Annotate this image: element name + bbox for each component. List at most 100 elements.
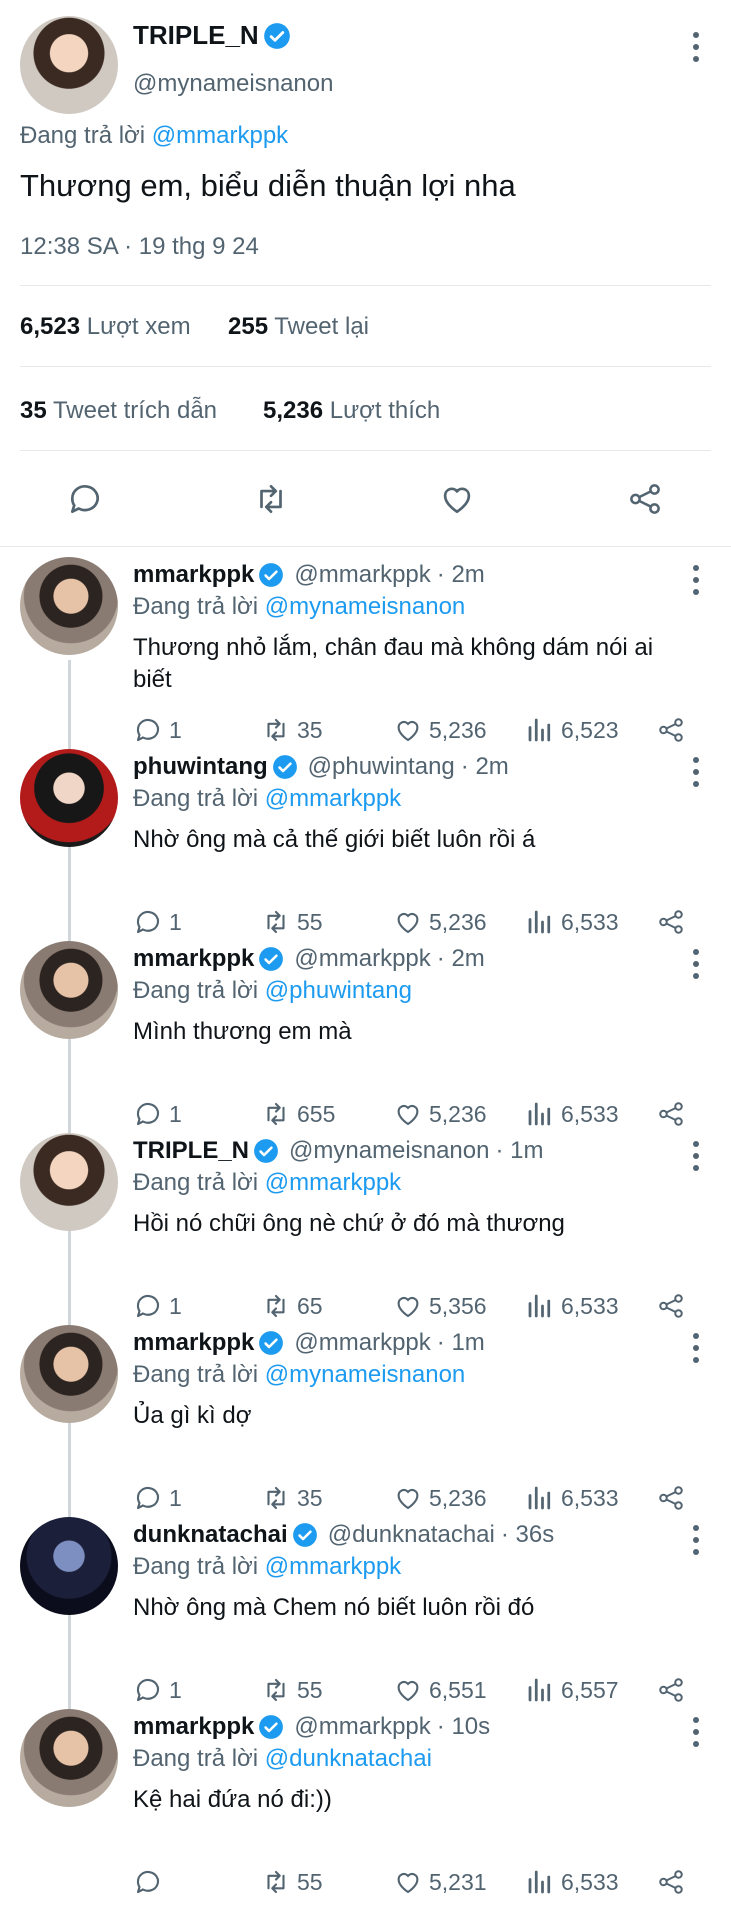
likes-stat[interactable]: 5,236 Lượt thích [263,397,440,425]
more-vertical-icon[interactable] [691,1139,701,1173]
share-icon[interactable] [656,1291,686,1321]
retweet-action[interactable]: 55 [261,1867,323,1897]
reply-display-name[interactable]: mmarkppk [133,1713,254,1741]
more-vertical-icon[interactable] [691,563,701,597]
share-icon[interactable] [656,715,686,745]
views-action[interactable]: 6,557 [525,1675,619,1705]
reply-handle[interactable]: @mmarkppk [294,561,430,589]
reply-handle[interactable]: @mynameisnanon [289,1137,489,1165]
retweet-action[interactable]: 55 [261,907,323,937]
views-bar-chart-icon [528,1678,551,1702]
like-action[interactable]: 5,236 [393,1099,487,1129]
reply-time[interactable]: · 10s [437,1713,490,1741]
reply-time[interactable]: · 2m [437,945,485,973]
reply-bubble-icon[interactable] [66,480,104,518]
reply-action[interactable]: 1 [133,1483,182,1513]
retweet-action[interactable]: 655 [261,1099,335,1129]
reply-display-name[interactable]: mmarkppk [133,1329,254,1357]
heart-icon [397,1873,419,1894]
heart-icon[interactable] [438,480,476,518]
author-handle[interactable]: @mynameisnanon [133,70,333,98]
retweet-count: 35 [297,716,323,743]
reply-time[interactable]: · 2m [437,561,485,589]
reply-action[interactable]: 1 [133,715,182,745]
share-icon[interactable] [656,1867,686,1897]
reply-to-link[interactable]: @mmarkppk [265,785,401,812]
views-count: 6,533 [561,1868,619,1895]
avatar[interactable] [20,1325,118,1423]
reply-handle[interactable]: @mmarkppk [294,1713,430,1741]
reply-to-link[interactable]: @dunknatachai [265,1745,432,1772]
avatar[interactable] [20,16,118,114]
reply-time[interactable]: · 1m [495,1137,543,1165]
reply-action[interactable]: 1 [133,1291,182,1321]
more-vertical-icon[interactable] [691,947,701,981]
reply-handle[interactable]: @mmarkppk [294,1329,430,1357]
verified-badge-icon [259,1715,284,1739]
like-action[interactable]: 5,236 [393,907,487,937]
author-display-name[interactable]: TRIPLE_N [133,20,259,51]
reply-time[interactable]: · 2m [461,753,509,781]
reply-to-link[interactable]: @mmarkppk [265,1169,401,1196]
retweet-icon[interactable] [252,480,290,518]
reply-action[interactable] [133,1867,169,1897]
quotes-stat[interactable]: 35 Tweet trích dẫn [20,397,217,425]
share-icon[interactable] [626,480,664,518]
reply-action[interactable]: 1 [133,1099,182,1129]
like-action[interactable]: 5,236 [393,715,487,745]
reply-time[interactable]: · 1m [437,1329,485,1357]
reply-display-name[interactable]: mmarkppk [133,945,254,973]
share-icon[interactable] [656,907,686,937]
views-action[interactable]: 6,533 [525,1099,619,1129]
reply-to-link[interactable]: @mynameisnanon [265,593,465,620]
reply-display-name[interactable]: phuwintang [133,753,268,781]
reply-to-link[interactable]: @phuwintang [265,977,412,1004]
share-icon[interactable] [656,1099,686,1129]
share-icon[interactable] [656,1675,686,1705]
retweet-action[interactable]: 35 [261,715,323,745]
like-action[interactable]: 5,356 [393,1291,487,1321]
reply-count: 1 [169,1484,182,1511]
more-vertical-icon[interactable] [691,1715,701,1749]
more-vertical-icon[interactable] [691,755,701,789]
reply-handle[interactable]: @mmarkppk [294,945,430,973]
reply-display-name[interactable]: mmarkppk [133,561,254,589]
share-icon[interactable] [656,1483,686,1513]
views-action[interactable]: 6,533 [525,1483,619,1513]
like-action[interactable]: 5,231 [393,1867,487,1897]
verified-badge-icon [259,1331,284,1355]
more-vertical-icon[interactable] [691,30,701,64]
reply-display-name[interactable]: TRIPLE_N [133,1137,249,1165]
avatar[interactable] [20,1133,118,1231]
like-action[interactable]: 6,551 [393,1675,487,1705]
retweet-action[interactable]: 35 [261,1483,323,1513]
retweets-stat[interactable]: 255 Tweet lại [228,313,369,341]
reply-to-link[interactable]: @mynameisnanon [265,1361,465,1388]
avatar[interactable] [20,941,118,1039]
reply-display-name[interactable]: dunknatachai [133,1521,288,1549]
more-vertical-icon[interactable] [691,1523,701,1557]
views-action[interactable]: 6,533 [525,1291,619,1321]
more-vertical-icon[interactable] [691,1331,701,1365]
reply-prefix: Đang trả lời [133,1745,259,1772]
views-action[interactable]: 6,523 [525,715,619,745]
reply-to-link[interactable]: @mmarkppk [152,122,288,149]
reply-time[interactable]: · 36s [501,1521,554,1549]
retweet-action[interactable]: 55 [261,1675,323,1705]
reply-action[interactable]: 1 [133,1675,182,1705]
reply-handle[interactable]: @dunknatachai [328,1521,495,1549]
views-action[interactable]: 6,533 [525,1867,619,1897]
avatar[interactable] [20,1709,118,1807]
tweet-timestamp[interactable]: 12:38 SA · 19 thg 9 24 [20,233,259,261]
reply-to-link[interactable]: @mmarkppk [265,1553,401,1580]
like-count: 5,236 [429,716,487,743]
like-action[interactable]: 5,236 [393,1483,487,1513]
views-action[interactable]: 6,533 [525,907,619,937]
avatar[interactable] [20,749,118,847]
reply-handle[interactable]: @phuwintang [308,753,455,781]
avatar[interactable] [20,557,118,655]
retweet-action[interactable]: 65 [261,1291,323,1321]
avatar[interactable] [20,1517,118,1615]
reply-action[interactable]: 1 [133,907,182,937]
views-bar-chart-icon [528,1294,551,1318]
